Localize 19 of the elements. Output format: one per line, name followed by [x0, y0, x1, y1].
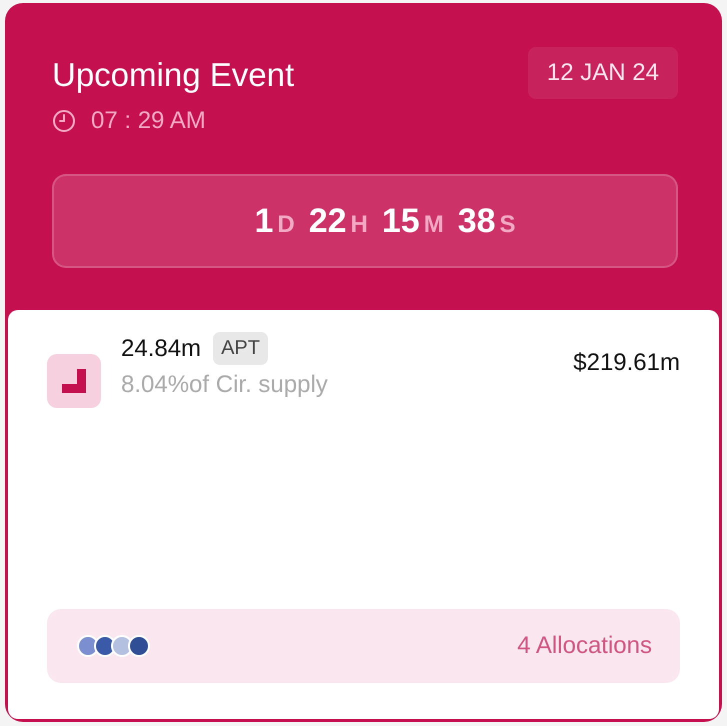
date-tag: 12 JAN 24	[528, 47, 678, 99]
clock-icon	[52, 109, 76, 133]
countdown-value: 38	[458, 202, 496, 240]
token-logo-icon	[47, 354, 101, 408]
token-value: $219.61m	[573, 349, 680, 377]
countdown-value: 15	[382, 202, 420, 240]
event-time: 07 : 29 AM	[91, 107, 206, 135]
event-title: Upcoming Event	[52, 56, 294, 94]
countdown-unit: M	[424, 210, 444, 238]
countdown-unit: D	[277, 210, 295, 238]
allocations-bar[interactable]: 4 Allocations	[47, 609, 680, 683]
token-symbol: APT	[213, 332, 268, 365]
countdown-value: 1	[254, 202, 274, 240]
countdown-unit: H	[350, 210, 368, 238]
countdown-value: 22	[308, 202, 347, 240]
countdown-unit: S	[500, 210, 516, 238]
supply-text: 8.04%of Cir. supply	[121, 371, 329, 399]
allocations-count: 4 Allocations	[517, 632, 652, 660]
token-amount: 24.84m	[121, 334, 202, 362]
